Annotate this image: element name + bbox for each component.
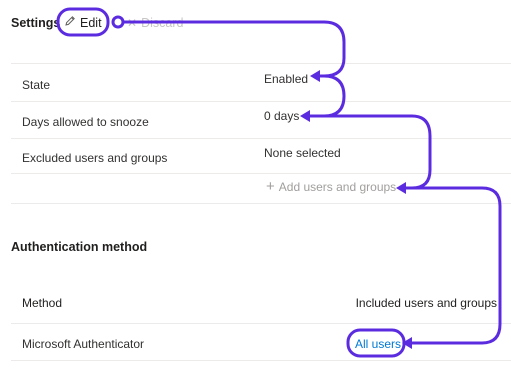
column-header-method: Method bbox=[22, 296, 63, 310]
arrowhead-snooze bbox=[300, 110, 310, 122]
edit-button[interactable]: Edit bbox=[64, 15, 102, 30]
plus-icon: + bbox=[266, 178, 275, 195]
excluded-users-label: Excluded users and groups bbox=[22, 151, 168, 165]
add-users-label: Add users and groups bbox=[278, 180, 397, 194]
divider bbox=[11, 138, 511, 139]
method-cell: Microsoft Authenticator bbox=[22, 337, 145, 351]
snooze-days-label: Days allowed to snooze bbox=[22, 115, 149, 129]
divider bbox=[11, 323, 511, 324]
edit-label: Edit bbox=[80, 15, 102, 30]
divider bbox=[11, 63, 511, 64]
discard-label: Discard bbox=[141, 16, 184, 30]
arrowhead-all-users bbox=[402, 337, 412, 349]
column-header-included: Included users and groups bbox=[355, 296, 497, 310]
connector-arrow-all-users bbox=[406, 186, 502, 345]
pencil-icon bbox=[64, 15, 76, 30]
snooze-days-value: 0 days bbox=[264, 109, 300, 123]
discard-button[interactable]: ✕ Discard bbox=[127, 16, 183, 30]
divider bbox=[11, 360, 511, 361]
settings-title: Settings bbox=[11, 16, 61, 30]
arrowhead-state bbox=[310, 70, 320, 82]
close-icon: ✕ bbox=[127, 16, 138, 30]
connector-start-dot bbox=[111, 15, 125, 29]
arrowhead-add-users bbox=[396, 182, 406, 194]
divider bbox=[11, 101, 511, 102]
excluded-users-value: None selected bbox=[264, 146, 341, 160]
divider bbox=[11, 173, 511, 174]
all-users-link[interactable]: All users bbox=[355, 337, 401, 351]
annotation-overlay bbox=[56, 7, 502, 358]
connector-arrow-state bbox=[121, 20, 346, 78]
connector-arrow-snooze bbox=[304, 74, 346, 118]
divider bbox=[11, 203, 511, 204]
add-users-and-groups-link[interactable]: + Add users and groups bbox=[266, 178, 397, 195]
state-value: Enabled bbox=[264, 72, 309, 86]
state-label: State bbox=[22, 78, 51, 92]
authentication-method-heading: Authentication method bbox=[11, 240, 148, 254]
